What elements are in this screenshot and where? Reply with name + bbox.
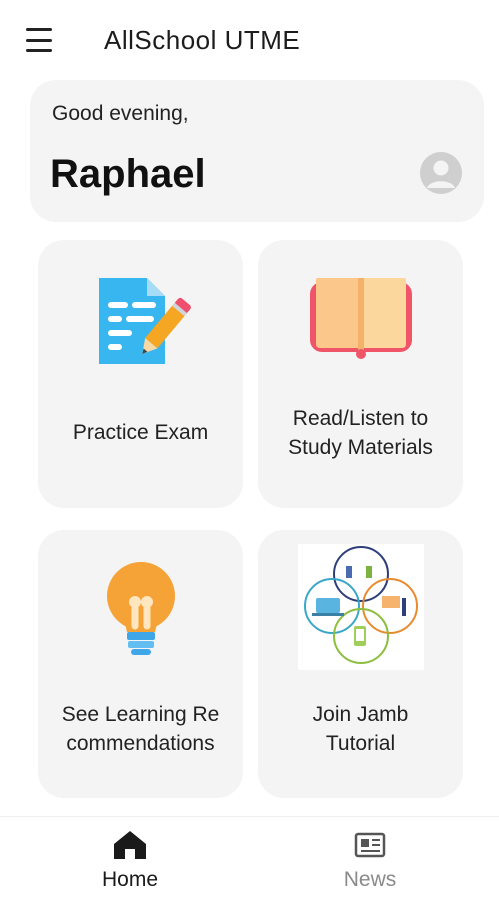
- open-book-icon: [306, 274, 416, 369]
- user-name: Raphael: [50, 152, 206, 196]
- tile-label: Read/Listen to Study Materials: [288, 407, 433, 459]
- practice-exam-tile[interactable]: Practice Exam: [38, 240, 243, 508]
- tile-label: Join Jamb Tutorial: [312, 703, 409, 755]
- greeting-text: Good evening,: [52, 102, 189, 125]
- greeting-card: Good evening, Raphael: [30, 80, 484, 222]
- tile-label: See Learning Re commendations: [61, 703, 220, 755]
- nav-news-label: News: [343, 868, 397, 891]
- tutorial-network-icon: [297, 544, 424, 670]
- nav-home[interactable]: Home: [70, 829, 190, 892]
- nav-news[interactable]: News: [310, 829, 430, 892]
- home-icon: [70, 829, 190, 866]
- bottom-navigation: Home News: [0, 816, 499, 900]
- newspaper-icon: [310, 829, 430, 866]
- jamb-tutorial-tile[interactable]: Join Jamb Tutorial: [258, 530, 463, 798]
- app-screen: AllSchool UTME Good evening, Raphael Pra…: [0, 0, 499, 900]
- tile-label: Practice Exam: [72, 421, 209, 444]
- app-title: AllSchool UTME: [104, 25, 301, 55]
- light-bulb-icon: [101, 558, 181, 667]
- nav-home-label: Home: [101, 868, 159, 891]
- avatar-icon[interactable]: [420, 152, 462, 194]
- learning-recommendations-tile[interactable]: See Learning Re commendations: [38, 530, 243, 798]
- hamburger-menu-icon[interactable]: [26, 28, 54, 52]
- exam-paper-pencil-icon: [91, 272, 191, 377]
- study-materials-tile[interactable]: Read/Listen to Study Materials: [258, 240, 463, 508]
- top-app-bar: AllSchool UTME: [0, 0, 499, 78]
